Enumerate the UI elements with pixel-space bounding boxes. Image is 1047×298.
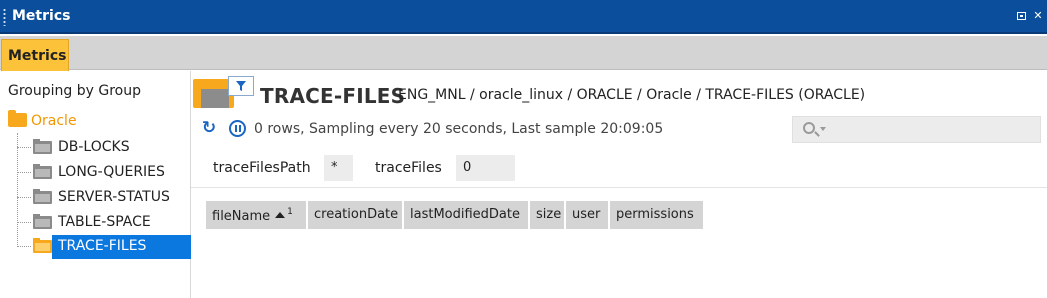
- column-header-size[interactable]: size: [530, 201, 566, 229]
- search-field[interactable]: [792, 116, 1041, 143]
- tree-root-label: Oracle: [31, 113, 77, 129]
- metric-folder-icon: [33, 164, 52, 179]
- search-icon: [803, 122, 815, 134]
- chevron-down-icon[interactable]: [820, 127, 826, 131]
- tab-metrics[interactable]: Metrics: [1, 39, 69, 71]
- window-title-bar: Metrics ✕: [0, 0, 1047, 34]
- column-header-lastmodifieddate[interactable]: lastModifiedDate: [404, 201, 530, 229]
- folder-icon: [8, 110, 27, 127]
- param-value-tracefilespath: *: [324, 155, 353, 181]
- drag-grip-icon[interactable]: [3, 8, 6, 26]
- sidebar-item-trace-files[interactable]: TRACE-FILES: [17, 235, 191, 259]
- sidebar-item-label: TRACE-FILES: [58, 238, 147, 254]
- refresh-button[interactable]: ↻: [200, 119, 218, 137]
- sidebar-item-label: TABLE-SPACE: [58, 214, 151, 230]
- sidebar-item-db-locks[interactable]: DB-LOCKS: [17, 136, 191, 158]
- param-value-tracefiles: 0: [456, 155, 515, 181]
- sidebar-item-label: DB-LOCKS: [58, 139, 130, 155]
- column-header-user[interactable]: user: [566, 201, 610, 229]
- param-label-tracefiles: traceFiles: [375, 160, 442, 176]
- sidebar-item-server-status[interactable]: SERVER-STATUS: [17, 186, 191, 208]
- sort-ascending-icon: [275, 212, 286, 218]
- sidebar-item-table-space[interactable]: TABLE-SPACE: [17, 211, 191, 233]
- close-window-button[interactable]: ✕: [1032, 10, 1044, 22]
- filter-button[interactable]: [228, 76, 254, 96]
- tab-strip: Metrics: [0, 36, 1047, 71]
- divider: [191, 187, 1047, 188]
- page-title: TRACE-FILES: [260, 84, 406, 108]
- column-header-permissions[interactable]: permissions: [610, 201, 703, 229]
- metric-folder-icon: [33, 189, 52, 204]
- sort-index: 1: [287, 207, 293, 217]
- sidebar-item-long-queries[interactable]: LONG-QUERIES: [17, 161, 191, 183]
- column-header-filename[interactable]: fileName 1: [206, 201, 308, 229]
- param-label-tracefilespath: traceFilesPath: [213, 160, 311, 176]
- tree-root-oracle[interactable]: Oracle: [8, 110, 77, 133]
- column-header-creationdate[interactable]: creationDate: [308, 201, 404, 229]
- restore-window-button[interactable]: [1016, 10, 1028, 22]
- sidebar-heading: Grouping by Group: [8, 83, 141, 99]
- metric-folder-icon: [33, 214, 52, 229]
- pause-sampling-button[interactable]: [229, 120, 246, 137]
- search-input[interactable]: [829, 120, 1034, 139]
- window-title: Metrics: [12, 8, 71, 24]
- column-label: fileName: [212, 209, 271, 224]
- metric-folder-icon: [33, 238, 52, 253]
- breadcrumb: ENG_MNL / oracle_linux / ORACLE / Oracle…: [398, 87, 866, 103]
- sampling-status: 0 rows, Sampling every 20 seconds, Last …: [254, 121, 664, 137]
- sidebar-item-label: SERVER-STATUS: [58, 189, 170, 205]
- sidebar-item-label: LONG-QUERIES: [58, 164, 165, 180]
- filter-icon: [236, 81, 246, 91]
- grouping-sidebar: Grouping by Group Oracle DB-LOCKS LONG-Q…: [0, 71, 191, 298]
- metric-folder-icon: [33, 139, 52, 154]
- restore-icon: [1017, 12, 1026, 20]
